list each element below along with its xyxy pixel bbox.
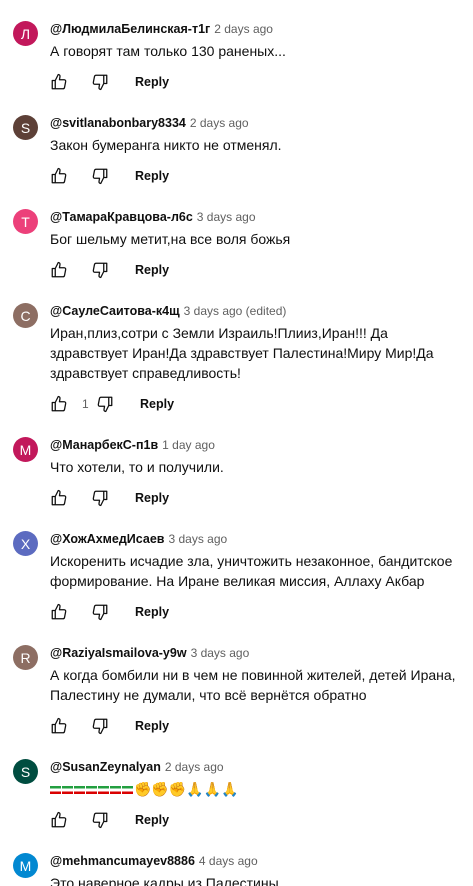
- avatar[interactable]: C: [13, 303, 38, 328]
- comment-time[interactable]: 2 days ago: [214, 22, 273, 36]
- avatar[interactable]: M: [13, 437, 38, 462]
- comment-text: А говорят там только 130 раненых...: [50, 43, 286, 59]
- comment-header: @svitlanabonbary8334 2 days ago: [50, 115, 249, 131]
- thumb-up-icon[interactable]: [50, 73, 68, 91]
- avatar[interactable]: Л: [13, 21, 38, 46]
- comment-text: ✊✊✊🙏🙏🙏: [50, 779, 466, 800]
- thumb-up-icon[interactable]: [50, 811, 68, 829]
- author-name[interactable]: @ТамараКравцова-л6с: [50, 210, 193, 224]
- comment-header: @ТамараКравцова-л6с 3 days ago: [50, 209, 256, 225]
- reply-button[interactable]: Reply: [135, 719, 169, 733]
- thumb-down-icon[interactable]: [91, 717, 109, 735]
- thumb-down-icon[interactable]: [91, 167, 109, 185]
- reply-button[interactable]: Reply: [135, 75, 169, 89]
- reply-button[interactable]: Reply: [135, 491, 169, 505]
- thumb-down-icon[interactable]: [91, 603, 109, 621]
- thumb-down-icon[interactable]: [91, 489, 109, 507]
- reply-button[interactable]: Reply: [135, 605, 169, 619]
- comment-time[interactable]: 4 days ago: [199, 854, 258, 868]
- comment-actions: Reply: [50, 72, 169, 92]
- comment-actions: Reply: [50, 260, 169, 280]
- avatar[interactable]: R: [13, 645, 38, 670]
- reply-button[interactable]: Reply: [135, 169, 169, 183]
- author-name[interactable]: @SusanZeynalyan: [50, 760, 161, 774]
- comment-actions: Reply: [50, 166, 169, 186]
- comment-actions: Reply: [50, 716, 169, 736]
- thumb-up-icon[interactable]: [50, 603, 68, 621]
- comment-actions: Reply: [50, 602, 169, 622]
- comment-text: Это наверное кадры из Палестины: [50, 875, 279, 886]
- comment-header: @МанарбекС-п1в 1 day ago: [50, 437, 215, 453]
- avatar[interactable]: S: [13, 759, 38, 784]
- comment-text: Закон бумеранга никто не отменял.: [50, 137, 282, 153]
- comment-actions: 1 Reply: [50, 394, 174, 414]
- thumb-down-icon[interactable]: [91, 811, 109, 829]
- comment-time[interactable]: 3 days ago: [191, 646, 250, 660]
- avatar[interactable]: X: [13, 531, 38, 556]
- thumb-up-icon[interactable]: [50, 717, 68, 735]
- author-name[interactable]: @RaziyaIsmailova-y9w: [50, 646, 187, 660]
- comment-header: @ЛюдмилаБелинская-т1г 2 days ago: [50, 21, 273, 37]
- comment-header: @СаулеСаитова-к4щ 3 days ago (edited): [50, 303, 286, 319]
- thumb-up-icon[interactable]: [50, 489, 68, 507]
- comment-time[interactable]: 3 days ago: [197, 210, 256, 224]
- author-name[interactable]: @МанарбекС-п1в: [50, 438, 158, 452]
- thumb-down-icon[interactable]: [91, 73, 109, 91]
- comment-header: @mehmancumayev8886 4 days ago: [50, 853, 258, 869]
- reply-button[interactable]: Reply: [140, 397, 174, 411]
- comment-text: Что хотели, то и получили.: [50, 459, 224, 475]
- emoji-text: ✊✊✊🙏🙏🙏: [134, 782, 239, 798]
- comment-text: Бог шельму метит,на все воля божья: [50, 231, 291, 247]
- thumb-down-icon[interactable]: [91, 261, 109, 279]
- comment-actions: Reply: [50, 810, 169, 830]
- comment-text: Искоренить исчадие зла, уничтожить незак…: [50, 553, 453, 589]
- comment-time[interactable]: 3 days ago: [168, 532, 227, 546]
- comment-header: @RaziyaIsmailova-y9w 3 days ago: [50, 645, 249, 661]
- reply-button[interactable]: Reply: [135, 263, 169, 277]
- reply-button[interactable]: Reply: [135, 813, 169, 827]
- comment-header: @SusanZeynalyan 2 days ago: [50, 759, 224, 775]
- comment-time[interactable]: 3 days ago (edited): [184, 304, 287, 318]
- like-count: 1: [82, 397, 89, 411]
- comment-time[interactable]: 1 day ago: [162, 438, 215, 452]
- iran-flag-icon: [50, 781, 134, 797]
- author-name[interactable]: @СаулеСаитова-к4щ: [50, 304, 180, 318]
- author-name[interactable]: @ЛюдмилаБелинская-т1г: [50, 22, 210, 36]
- thumb-up-icon[interactable]: [50, 261, 68, 279]
- comment-actions: Reply: [50, 488, 169, 508]
- comment-time[interactable]: 2 days ago: [190, 116, 249, 130]
- author-name[interactable]: @mehmancumayev8886: [50, 854, 195, 868]
- author-name[interactable]: @svitlanabonbary8334: [50, 116, 186, 130]
- thumb-up-icon[interactable]: [50, 395, 68, 413]
- avatar[interactable]: T: [13, 209, 38, 234]
- comment-text: А когда бомбили ни в чем не повинной жит…: [50, 667, 456, 703]
- author-name[interactable]: @ХожАхмедИсаев: [50, 532, 164, 546]
- comment-time[interactable]: 2 days ago: [165, 760, 224, 774]
- comment-text: Иран,плиз,сотри с Земли Израиль!Плииз,Ир…: [50, 325, 434, 381]
- thumb-down-icon[interactable]: [96, 395, 114, 413]
- thumb-up-icon[interactable]: [50, 167, 68, 185]
- comment-header: @ХожАхмедИсаев 3 days ago: [50, 531, 227, 547]
- avatar[interactable]: S: [13, 115, 38, 140]
- avatar[interactable]: M: [13, 853, 38, 878]
